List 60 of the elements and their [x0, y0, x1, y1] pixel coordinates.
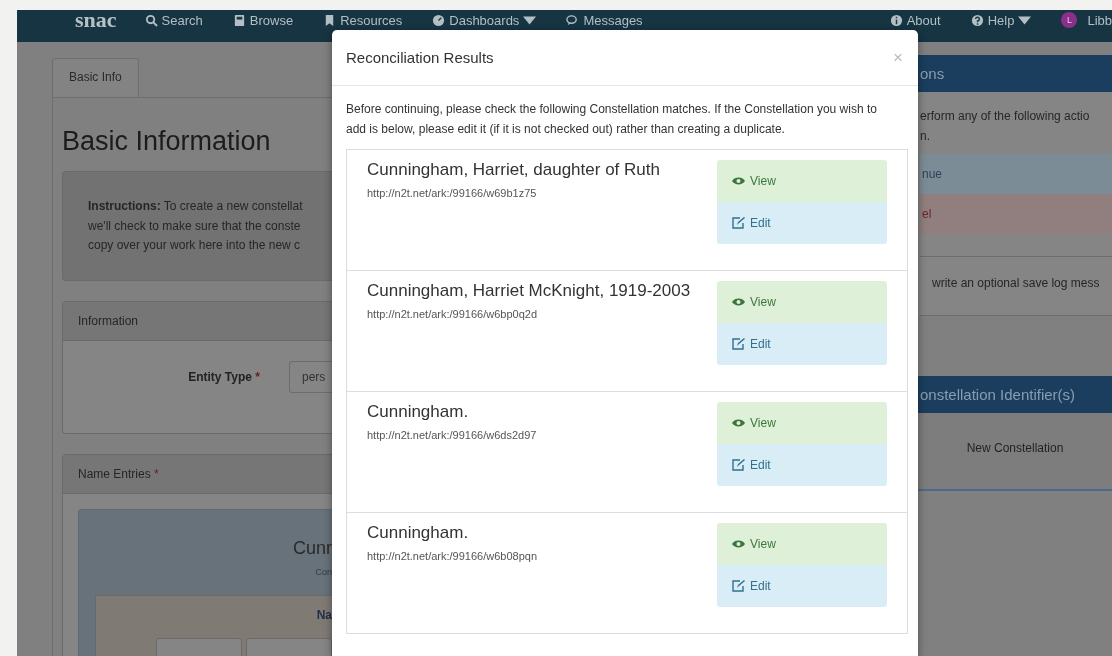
- result-name: Cunningham, Harriet, daughter of Ruth: [367, 160, 660, 180]
- dialog-title: Reconciliation Results: [346, 49, 494, 66]
- nav-link[interactable]: Browse: [232, 13, 294, 28]
- view-button[interactable]: View: [717, 402, 887, 444]
- search-icon: [144, 14, 158, 27]
- name-subheading: Con: [315, 566, 332, 577]
- eye-icon: [732, 175, 745, 187]
- eye-icon: [732, 417, 745, 429]
- edit-icon: [732, 217, 745, 229]
- edit-button[interactable]: Edit: [717, 323, 887, 365]
- nav-link[interactable]: Dashboards: [432, 13, 537, 28]
- user-name[interactable]: Libb: [1087, 13, 1112, 28]
- result-url: http://n2t.net/ark:/99166/w69b1z75: [367, 187, 538, 199]
- edit-button[interactable]: Edit: [717, 565, 887, 607]
- input-field[interactable]: [246, 637, 332, 656]
- gauge-icon: [432, 14, 446, 27]
- nav-link[interactable]: Resources: [323, 13, 403, 28]
- identifier-value: New Constellation: [966, 441, 1064, 457]
- intro-text: Before continuing, please check the following Constellation matches. If the Constellation you wish to add is below, please edit it (if it is not checked out) rather than creating a duplicate.: [346, 101, 878, 138]
- save-log-text: write an optional save log mess: [920, 256, 1112, 316]
- panel-title: Information: [78, 313, 139, 328]
- result-name: Cunningham.: [367, 523, 470, 543]
- continue-button[interactable]: nue: [920, 154, 1112, 194]
- edit-icon: [732, 338, 745, 350]
- help-icon: [970, 14, 984, 27]
- edit-button[interactable]: Edit: [717, 202, 887, 244]
- result-url: http://n2t.net/ark:/99166/w6ds2d97: [367, 429, 537, 441]
- view-button[interactable]: View: [717, 281, 887, 323]
- subpanel-heading: Na: [316, 607, 332, 622]
- instructions-text: Instructions: To create a new constellat we'll check to make sure that the conste copy over your work here into the new c: [62, 171, 332, 281]
- nav-link[interactable]: About: [889, 13, 941, 28]
- panel-title: ons: [920, 65, 945, 82]
- page-heading: Basic Information: [62, 126, 272, 157]
- eye-icon: [732, 296, 745, 308]
- brand-logo[interactable]: snac: [75, 10, 117, 30]
- edit-icon: [732, 580, 745, 592]
- view-button[interactable]: View: [717, 523, 887, 565]
- panel-title: Name Entries *: [78, 466, 159, 481]
- nav-link[interactable]: Messages: [566, 13, 643, 28]
- nav-link[interactable]: Help: [970, 13, 1032, 28]
- panel-title: onstellation Identifier(s): [920, 386, 1076, 403]
- basic-info-tab[interactable]: Basic Info: [52, 58, 139, 97]
- cancel-button[interactable]: el: [920, 194, 1112, 234]
- actions-text: erform any of the following actio n.: [920, 108, 1091, 145]
- input-field[interactable]: [156, 637, 242, 656]
- field-label: Entity Type *: [187, 369, 261, 384]
- result-name: Cunningham, Harriet McKnight, 1919-2003: [367, 281, 691, 301]
- edit-icon: [732, 459, 745, 471]
- nav-link[interactable]: Search: [144, 13, 203, 28]
- result-name: Cunningham.: [367, 402, 470, 422]
- result-url: http://n2t.net/ark:/99166/w6b08pqn: [367, 550, 538, 562]
- name-heading: Cunr: [293, 537, 332, 559]
- speech-bubble-icon: [566, 14, 580, 27]
- view-button[interactable]: View: [717, 160, 887, 202]
- result-url: http://n2t.net/ark:/99166/w6bp0q2d: [367, 308, 539, 320]
- eye-icon: [732, 538, 745, 550]
- edit-button[interactable]: Edit: [717, 444, 887, 486]
- book-icon: [232, 14, 246, 27]
- info-icon: [889, 14, 903, 27]
- user-avatar[interactable]: L: [1061, 12, 1078, 28]
